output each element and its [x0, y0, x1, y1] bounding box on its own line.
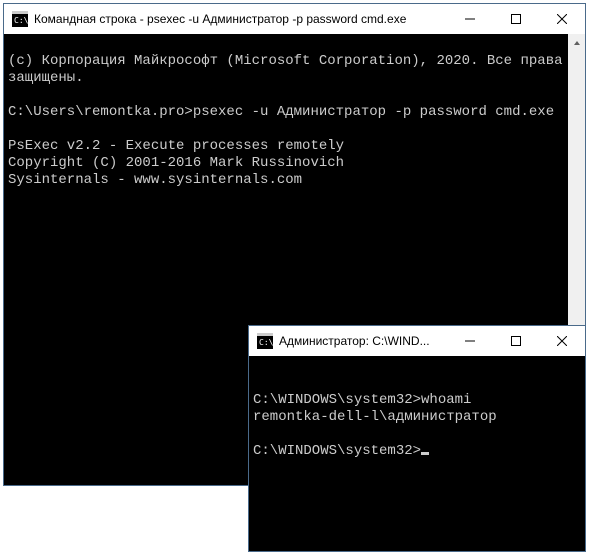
minimize-button[interactable] [447, 326, 493, 356]
terminal-line: C:\Users\remontka.pro>psexec -u Админист… [8, 104, 554, 120]
window-controls [447, 4, 585, 34]
svg-text:C:\: C:\ [14, 16, 28, 25]
minimize-button[interactable] [447, 4, 493, 34]
window-title: Администратор: C:\WIND... [279, 334, 447, 348]
terminal-line: Copyright (C) 2001-2016 Mark Russinovich [8, 155, 344, 171]
terminal-line: Sysinternals - www.sysinternals.com [8, 172, 302, 188]
window-controls [447, 326, 585, 356]
close-button[interactable] [539, 326, 585, 356]
cursor [421, 452, 429, 455]
close-button[interactable] [539, 4, 585, 34]
maximize-button[interactable] [493, 326, 539, 356]
titlebar[interactable]: C:\ Командная строка - psexec -u Админис… [4, 4, 585, 34]
terminal-line: PsExec v2.2 - Execute processes remotely [8, 138, 344, 154]
cmd-icon: C:\ [257, 333, 273, 349]
terminal-line: (c) Корпорация Майкрософт (Microsoft Cor… [8, 53, 571, 86]
cmd-icon: C:\ [12, 11, 28, 27]
svg-text:C:\: C:\ [259, 338, 273, 347]
cmd-window-admin[interactable]: C:\ Администратор: C:\WIND... C:\WINDOWS… [248, 325, 586, 552]
terminal-line: remontka-dell-l\администратор [253, 409, 497, 425]
terminal-line: C:\WINDOWS\system32>whoami [253, 392, 471, 408]
terminal-line: C:\WINDOWS\system32> [253, 443, 421, 459]
maximize-button[interactable] [493, 4, 539, 34]
window-title: Командная строка - psexec -u Администрат… [34, 12, 447, 26]
terminal-output[interactable]: C:\WINDOWS\system32>whoami remontka-dell… [249, 356, 585, 551]
titlebar[interactable]: C:\ Администратор: C:\WIND... [249, 326, 585, 356]
scroll-up-button[interactable] [568, 34, 585, 51]
